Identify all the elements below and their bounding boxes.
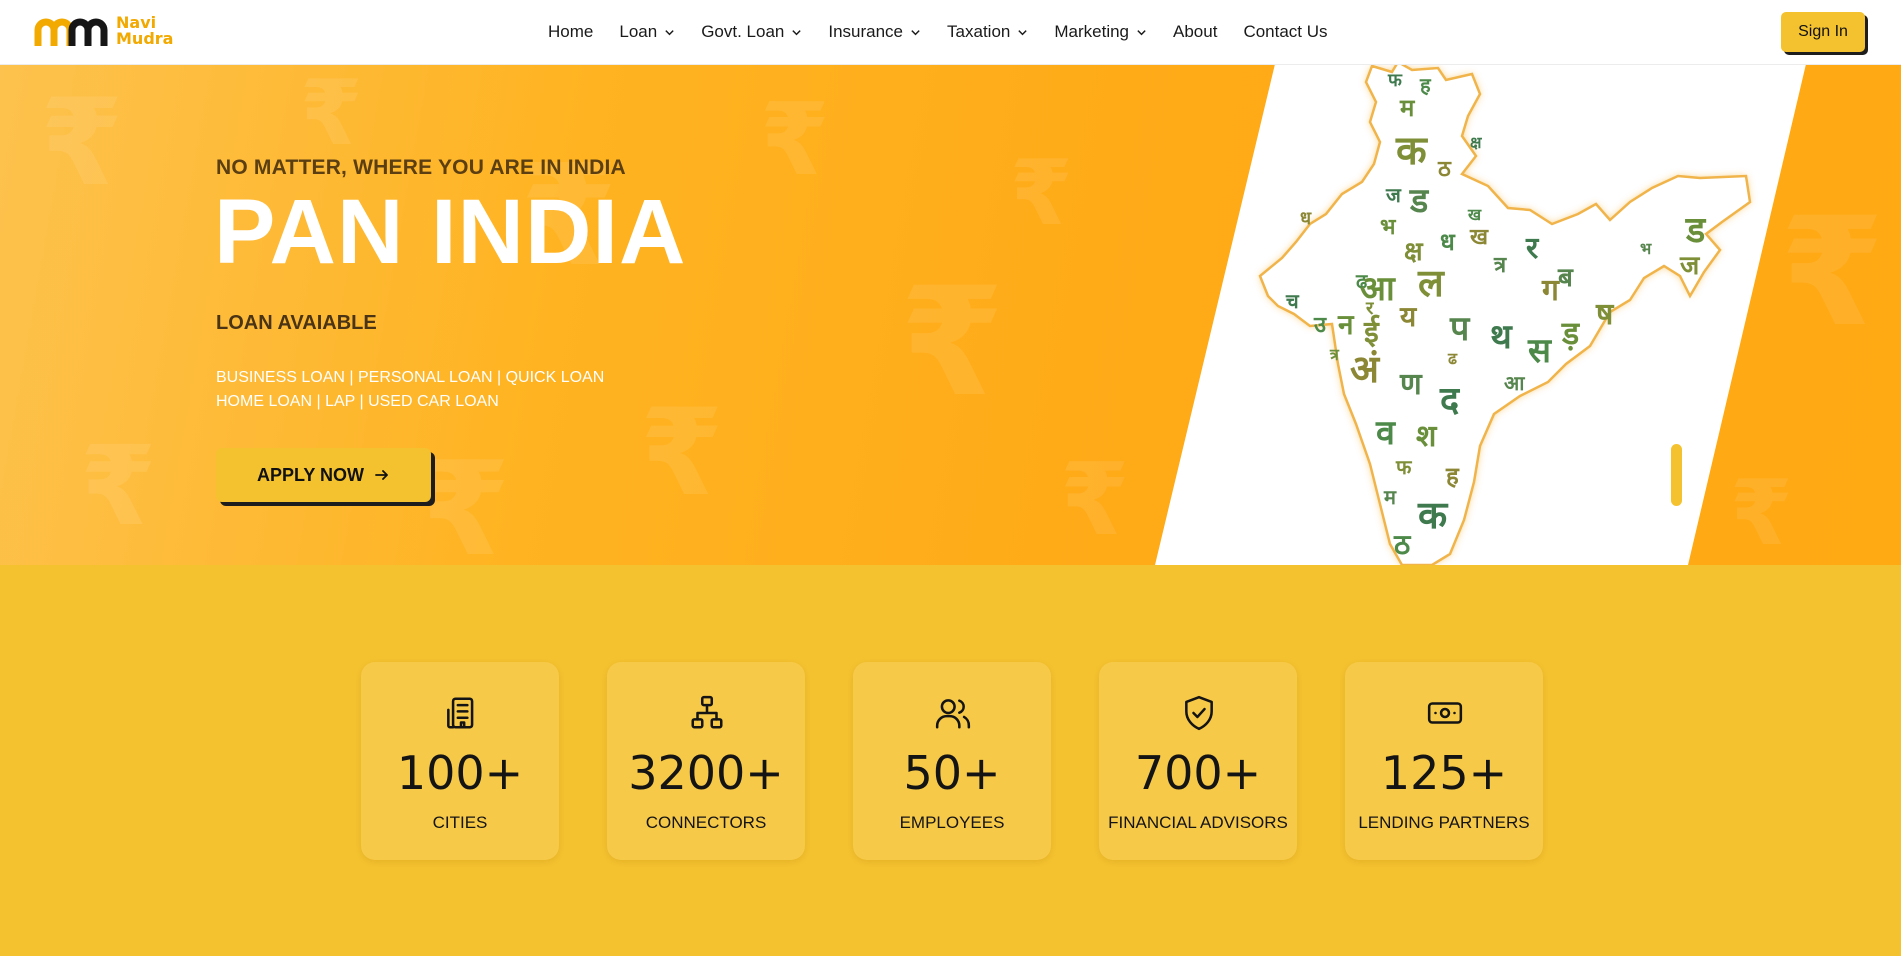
hero-subtitle: NO MATTER, WHERE YOU ARE IN INDIA	[216, 156, 626, 179]
apply-now-label: APPLY NOW	[256, 464, 365, 485]
svg-text:₹: ₹	[1730, 461, 1793, 565]
arrow-right-icon	[375, 470, 388, 480]
nav-insurance[interactable]: Insurance	[828, 22, 921, 42]
nav-loan[interactable]: Loan	[619, 22, 675, 42]
nav-home[interactable]: Home	[548, 22, 593, 42]
stat-value: 3200+	[628, 746, 784, 800]
nav-govt-loan[interactable]: Govt. Loan	[701, 22, 802, 42]
chevron-down-icon	[1137, 29, 1146, 35]
svg-text:₹: ₹	[760, 81, 830, 198]
svg-text:₹: ₹	[1780, 186, 1884, 360]
nav-insurance-label: Insurance	[828, 22, 904, 41]
sign-in-button[interactable]: Sign In	[1781, 12, 1865, 52]
nav-marketing[interactable]: Marketing	[1054, 22, 1147, 42]
nav-about[interactable]: About	[1173, 22, 1217, 42]
stat-label: CONNECTORS	[645, 813, 767, 832]
stat-card-cities: 100+ CITIES	[361, 662, 559, 860]
loan-types-line-1: BUSINESS LOAN | PERSONAL LOAN | QUICK LO…	[216, 369, 605, 386]
brand-name: Navi Mudra	[116, 15, 173, 47]
nav-taxation[interactable]: Taxation	[947, 22, 1028, 42]
building-icon	[447, 697, 474, 729]
svg-text:₹: ₹	[1060, 441, 1130, 558]
apply-now-button[interactable]: APPLY NOW	[216, 448, 431, 502]
logo-mark-icon	[34, 18, 108, 46]
chevron-down-icon	[665, 29, 674, 35]
nav-marketing-label: Marketing	[1054, 22, 1129, 41]
chevron-down-icon	[911, 29, 920, 35]
network-icon	[691, 695, 723, 729]
stat-card-financial-advisors: 700+ FINANCIAL ADVISORS	[1099, 662, 1297, 860]
navbar: Navi Mudra Home Loan Govt. Loan Insuranc…	[0, 0, 1901, 65]
svg-text:₹: ₹	[300, 64, 363, 166]
chevron-down-icon	[792, 29, 802, 35]
nav-home-label: Home	[548, 22, 594, 41]
shield-check-icon	[1185, 695, 1213, 731]
stat-value: 700+	[1134, 746, 1262, 800]
stat-label: CITIES	[432, 813, 488, 832]
hero-tagline: LOAN AVAIABLE	[216, 312, 377, 334]
brand-line-2: Mudra	[116, 29, 174, 48]
nav-contact-us-label: Contact Us	[1243, 22, 1328, 41]
banknote-icon	[1427, 702, 1463, 724]
stat-card-connectors: 3200+ CONNECTORS	[607, 662, 805, 860]
svg-text:₹: ₹	[40, 74, 124, 213]
svg-text:₹: ₹	[900, 256, 1004, 430]
slider-scroll-indicator[interactable]	[1671, 444, 1682, 506]
users-icon	[935, 699, 971, 729]
stat-card-lending-partners: 125+ LENDING PARTNERS	[1345, 662, 1543, 860]
nav-about-label: About	[1173, 22, 1218, 41]
nav-loan-label: Loan	[619, 22, 658, 41]
hero-title: PAN INDIA	[214, 181, 687, 283]
stat-label: EMPLOYEES	[899, 813, 1005, 832]
svg-text:₹: ₹	[80, 422, 157, 550]
chevron-down-icon	[1018, 29, 1028, 35]
logo[interactable]: Navi Mudra	[34, 14, 184, 50]
stat-value: 50+	[903, 746, 1001, 800]
stat-label: LENDING PARTNERS	[1358, 813, 1530, 832]
svg-text:₹: ₹	[1010, 141, 1073, 246]
loan-types-line-2: HOME LOAN | LAP | USED CAR LOAN	[216, 393, 499, 410]
stat-card-employees: 50+ EMPLOYEES	[853, 662, 1051, 860]
svg-text:₹: ₹	[420, 433, 510, 565]
stat-value: 100+	[396, 746, 524, 800]
nav-contact-us[interactable]: Contact Us	[1243, 22, 1327, 42]
stats-section: 100+ CITIES 3200+ CONNECTORS 50+ EMPLOYE…	[0, 565, 1901, 956]
nav-taxation-label: Taxation	[947, 22, 1011, 41]
stat-value: 125+	[1380, 746, 1508, 800]
hero-banner: ₹ ₹ ₹ ₹ ₹ ₹ ₹ ₹ ₹ ₹ ₹ ₹ फ ह म क ठ ड ज ध भ क्ष ख त्र…	[0, 64, 1901, 565]
svg-text:₹: ₹	[640, 384, 724, 523]
nav-govt-loan-label: Govt. Loan	[701, 22, 785, 41]
stat-label: FINANCIAL ADVISORS	[1108, 813, 1288, 832]
main-nav: Home Loan Govt. Loan Insurance Taxation …	[548, 0, 1328, 64]
